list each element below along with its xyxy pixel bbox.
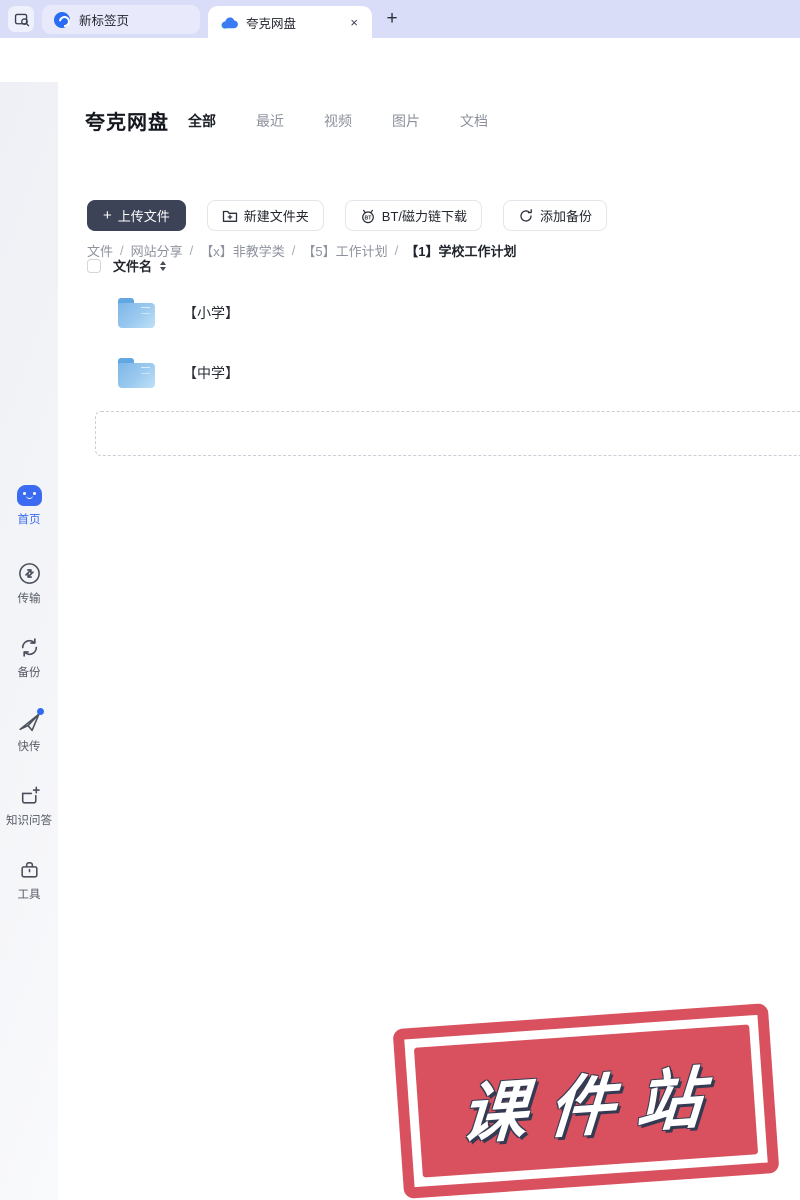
upload-file-button[interactable]: + 上传文件 (87, 200, 186, 231)
filter-tab-image[interactable]: 图片 (392, 111, 420, 131)
folder-icon (118, 298, 155, 328)
browser-tab-quark-drive[interactable]: 夸克网盘 × (208, 6, 372, 38)
sort-icon[interactable] (160, 261, 166, 271)
quark-logo-icon (54, 12, 70, 28)
toolbox-icon (18, 858, 41, 881)
filter-tab-video[interactable]: 视频 (324, 111, 352, 131)
browser-nav-bar (0, 38, 800, 82)
sidebar-item-transfer[interactable]: 传输 (0, 562, 58, 606)
sidebar-item-label: 备份 (18, 664, 41, 680)
filter-tab-all[interactable]: 全部 (188, 111, 216, 131)
sidebar: 首页 传输 备份 快传 (0, 82, 58, 1200)
sidebar-item-backup[interactable]: 备份 (0, 636, 58, 680)
screen: 新标签页 夸克网盘 × + (0, 0, 800, 1200)
sidebar-item-quick-send[interactable]: 快传 (0, 710, 58, 754)
sync-circle-icon (518, 208, 534, 224)
filter-tab-doc[interactable]: 文档 (460, 111, 488, 131)
new-folder-button[interactable]: 新建文件夹 (207, 200, 324, 231)
breadcrumb-current: 【1】学校工作计划 (405, 241, 516, 260)
browser-tab-bar: 新标签页 夸克网盘 × + (0, 0, 800, 38)
backup-sync-icon (18, 636, 41, 659)
breadcrumb-segment[interactable]: 【5】工作计划 (302, 241, 387, 260)
file-list-header: 文件名 (87, 256, 166, 275)
sidebar-item-label: 首页 (18, 511, 41, 527)
new-tab-button[interactable]: + (380, 7, 404, 31)
button-label: 添加备份 (540, 206, 592, 225)
tab-title: 夸克网盘 (246, 13, 340, 32)
svg-text:BT: BT (364, 215, 372, 221)
add-backup-button[interactable]: 添加备份 (503, 200, 607, 231)
filter-tabs: 全部 最近 视频 图片 文档 (188, 111, 488, 131)
filter-tab-recent[interactable]: 最近 (256, 111, 284, 131)
tab-search-button[interactable] (8, 6, 34, 32)
watermark-text: 课件站 (444, 1043, 728, 1159)
transfer-icon (18, 562, 41, 585)
notification-dot (37, 708, 44, 715)
watermark-stamp: 课件站 (393, 1003, 780, 1199)
breadcrumb-separator: / (292, 243, 296, 258)
file-row-middle-school[interactable]: 【中学】 (58, 350, 800, 396)
tab-search-icon (13, 11, 30, 28)
knowledge-box-plus-icon (18, 784, 41, 807)
file-name: 【中学】 (183, 363, 239, 383)
drag-drop-zone[interactable] (95, 411, 800, 456)
sidebar-item-label: 传输 (18, 590, 41, 606)
sidebar-item-label: 快传 (18, 738, 41, 754)
bt-robot-icon: BT (360, 208, 376, 224)
tab-title: 新标签页 (79, 10, 129, 29)
button-label: 新建文件夹 (244, 206, 309, 225)
breadcrumb-segment[interactable]: 【x】非教学类 (200, 241, 285, 260)
sidebar-item-home[interactable]: 首页 (0, 485, 58, 527)
file-name: 【小学】 (183, 303, 239, 323)
sidebar-item-label: 知识问答 (6, 812, 52, 828)
column-header-filename: 文件名 (113, 256, 152, 275)
cloud-drive-icon (220, 15, 238, 30)
button-label: 上传文件 (118, 206, 170, 225)
breadcrumb-separator: / (190, 243, 194, 258)
tab-close-icon[interactable]: × (348, 14, 360, 31)
sidebar-item-knowledge-qa[interactable]: 知识问答 (0, 784, 58, 828)
folder-icon (118, 358, 155, 388)
page-title: 夸克网盘 (85, 106, 169, 135)
breadcrumb-separator: / (395, 243, 399, 258)
action-buttons: + 上传文件 新建文件夹 BT BT/磁力链下载 (87, 200, 607, 231)
file-row-primary-school[interactable]: 【小学】 (58, 290, 800, 336)
sidebar-item-tools[interactable]: 工具 (0, 858, 58, 902)
browser-tab-newtab[interactable]: 新标签页 (42, 5, 200, 34)
watermark-stamp-inner: 课件站 (414, 1024, 758, 1177)
folder-plus-icon (222, 208, 238, 223)
sidebar-item-label: 工具 (18, 886, 41, 902)
button-label: BT/磁力链下载 (382, 206, 467, 225)
home-cloud-smiley-icon (17, 485, 42, 506)
bt-magnet-download-button[interactable]: BT BT/磁力链下载 (345, 200, 482, 231)
select-all-checkbox[interactable] (87, 259, 101, 273)
plus-icon: + (103, 208, 112, 223)
